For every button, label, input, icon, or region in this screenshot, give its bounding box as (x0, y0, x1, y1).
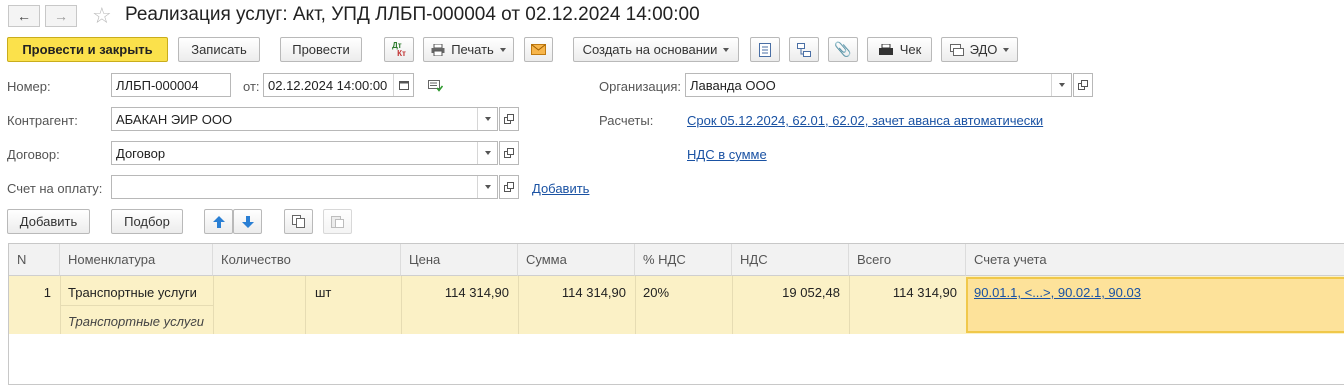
arrow-down-icon (241, 215, 254, 228)
date-field[interactable]: 02.12.2024 14:00:00 (263, 73, 414, 97)
column-header-n[interactable]: N (9, 244, 60, 276)
hierarchy-icon (797, 42, 811, 57)
column-header-total[interactable]: Всего (849, 244, 966, 276)
contract-label: Договор: (7, 147, 60, 162)
cell-price[interactable]: 114 314,90 (401, 285, 509, 300)
envelope-icon (531, 44, 546, 55)
document-status-icon (428, 80, 443, 92)
document-list-button[interactable] (750, 37, 780, 62)
cell-accounts-selected[interactable]: 90.01.1, <...>, 90.02.1, 90.03 (966, 277, 1344, 333)
list-icon (759, 42, 771, 57)
cell-unit[interactable]: шт (315, 285, 331, 300)
dropdown-icon[interactable] (477, 108, 497, 130)
services-table: N Номенклатура Количество Цена Сумма % Н… (8, 243, 1344, 385)
cell-item-content[interactable]: Транспортные услуги (68, 314, 204, 329)
dropdown-icon[interactable] (1051, 74, 1071, 96)
number-field[interactable]: ЛЛБП-000004 (111, 73, 231, 97)
open-icon (504, 114, 514, 124)
dt-kt-button[interactable]: Дт Кт (384, 37, 414, 62)
accounts-link[interactable]: 90.01.1, <...>, 90.02.1, 90.03 (974, 285, 1141, 300)
number-label: Номер: (7, 79, 51, 94)
invoice-field[interactable] (111, 175, 498, 199)
cell-sum[interactable]: 114 314,90 (518, 285, 626, 300)
chevron-down-icon (1003, 47, 1010, 52)
paperclip-icon: 📎 (834, 41, 852, 57)
paste-button[interactable] (323, 209, 352, 234)
table-select-button[interactable]: Подбор (111, 209, 183, 234)
column-header-vat-rate[interactable]: % НДС (635, 244, 732, 276)
cell-vat-rate[interactable]: 20% (643, 285, 669, 300)
forward-button[interactable]: → (45, 5, 77, 27)
open-contract-button[interactable] (499, 141, 519, 165)
organization-field[interactable]: Лаванда ООО (685, 73, 1072, 97)
organization-label: Организация: (599, 79, 682, 94)
copy-button[interactable] (284, 209, 313, 234)
cell-n: 1 (43, 285, 51, 300)
edo-button[interactable]: ЭДО (941, 37, 1018, 62)
invoice-label: Счет на оплату: (7, 181, 103, 196)
printer-icon (431, 43, 445, 56)
dropdown-icon[interactable] (477, 176, 497, 198)
page-title: Реализация услуг: Акт, УПД ЛЛБП-000004 о… (125, 4, 700, 25)
open-counterparty-button[interactable] (499, 107, 519, 131)
structure-button[interactable] (789, 37, 819, 62)
back-button[interactable]: ← (8, 5, 40, 27)
open-icon (1078, 80, 1088, 90)
settlements-label: Расчеты: (599, 113, 654, 128)
open-icon (504, 148, 514, 158)
counterparty-field[interactable]: АБАКАН ЭИР ООО (111, 107, 498, 131)
dt-kt-icon: Дт Кт (392, 40, 406, 58)
invoice-add-link[interactable]: Добавить (532, 181, 589, 196)
arrow-up-icon (212, 215, 225, 228)
move-up-button[interactable] (204, 209, 233, 234)
chevron-down-icon (499, 47, 506, 52)
cell-vat[interactable]: 19 052,48 (732, 285, 840, 300)
cell-item[interactable]: Транспортные услуги (68, 285, 197, 300)
save-button[interactable]: Записать (178, 37, 260, 62)
column-header-price[interactable]: Цена (401, 244, 518, 276)
contract-field[interactable]: Договор (111, 141, 498, 165)
calendar-icon[interactable] (393, 74, 413, 96)
column-header-accounts[interactable]: Счета учета (966, 244, 1344, 276)
attach-button[interactable]: 📎 (828, 37, 858, 62)
cash-register-icon (878, 43, 894, 56)
settlements-link[interactable]: Срок 05.12.2024, 62.01, 62.02, зачет ава… (687, 113, 1043, 128)
open-icon (504, 182, 514, 192)
move-down-button[interactable] (233, 209, 262, 234)
email-button[interactable] (524, 37, 553, 62)
print-button[interactable]: Печать (423, 37, 514, 62)
cell-total[interactable]: 114 314,90 (849, 285, 957, 300)
create-based-on-button[interactable]: Создать на основании (573, 37, 739, 62)
check-button[interactable]: Чек (867, 37, 932, 62)
paste-icon (331, 215, 344, 228)
date-label: от: (243, 79, 260, 94)
counterparty-label: Контрагент: (7, 113, 78, 128)
copy-icon (292, 215, 305, 228)
dropdown-icon[interactable] (477, 142, 497, 164)
open-organization-button[interactable] (1073, 73, 1093, 97)
open-invoice-button[interactable] (499, 175, 519, 199)
post-button[interactable]: Провести (280, 37, 362, 62)
star-icon[interactable]: ☆ (92, 3, 112, 29)
table-add-button[interactable]: Добавить (7, 209, 90, 234)
arrow-right-icon: → (54, 8, 68, 24)
vat-link[interactable]: НДС в сумме (687, 147, 767, 162)
column-header-item[interactable]: Номенклатура (60, 244, 213, 276)
chevron-down-icon (723, 47, 730, 52)
post-and-close-button[interactable]: Провести и закрыть (7, 37, 168, 62)
column-header-quantity[interactable]: Количество (213, 244, 401, 276)
column-header-vat[interactable]: НДС (732, 244, 849, 276)
arrow-left-icon: ← (17, 8, 31, 24)
edo-icon (949, 43, 964, 56)
column-header-sum[interactable]: Сумма (518, 244, 635, 276)
